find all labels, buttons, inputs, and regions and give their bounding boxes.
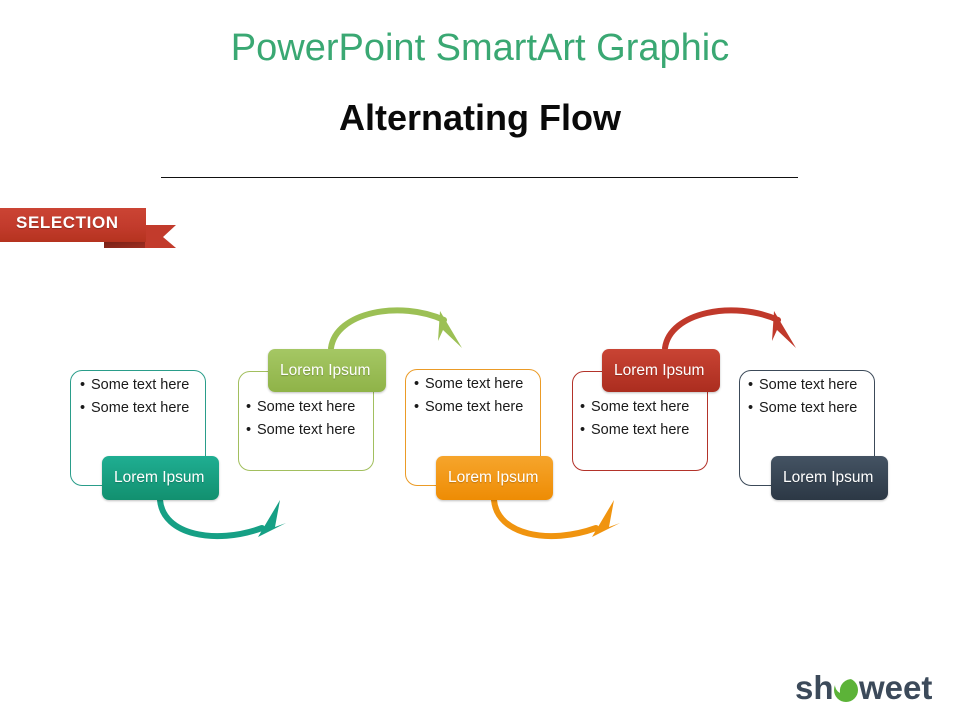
step-3-outline-box <box>405 369 541 486</box>
step-1-bullet-2: Some text here <box>91 400 190 416</box>
selection-label: SELECTION <box>16 213 119 232</box>
step-3-bullet-2: Some text here <box>425 399 524 415</box>
step-5-bullets: • Some text here • Some text here <box>748 377 858 416</box>
header-divider <box>161 177 798 178</box>
step-1-bullet-1: Some text here <box>91 377 190 393</box>
step-5-bullet-1: Some text here <box>759 377 858 393</box>
step-5-label-box[interactable]: Lorem Ipsum <box>771 456 888 500</box>
step-3-bullet-1: Some text here <box>425 376 524 392</box>
step-4-label: Lorem Ipsum <box>614 361 705 379</box>
step-5-label: Lorem Ipsum <box>783 469 874 487</box>
step-3-label-box[interactable]: Lorem Ipsum <box>436 456 553 500</box>
logo-text-before: sh <box>795 669 834 706</box>
step-4-label-box[interactable]: Lorem Ipsum <box>602 349 720 392</box>
step-4-bullets: • Some text here • Some text here <box>580 399 690 438</box>
step-2-bullet-2: Some text here <box>257 422 356 438</box>
step-5-bullet-2: Some text here <box>759 400 858 416</box>
ribbon-tail <box>145 225 176 248</box>
step-1-label: Lorem Ipsum <box>114 469 205 487</box>
connector-4-5 <box>662 307 796 351</box>
step-4-bullet-1: Some text here <box>591 399 690 415</box>
logo-text-after: weet <box>858 669 932 706</box>
page-subtitle: Alternating Flow <box>339 97 621 138</box>
showeet-logo: sh weet <box>795 668 935 710</box>
step-1-outline-box <box>70 370 206 486</box>
step-5-outline-box <box>739 370 875 486</box>
step-2-outline-box <box>238 371 374 471</box>
connector-2-3 <box>328 307 462 351</box>
step-3-bullets: • Some text here • Some text here <box>414 376 524 415</box>
step-4-outline-box <box>572 371 708 471</box>
page-title: PowerPoint SmartArt Graphic <box>230 27 730 69</box>
connector-3-4 <box>491 497 620 540</box>
step-1-bullets: • Some text here • Some text here <box>80 377 190 416</box>
showeet-leaf-icon <box>834 674 858 702</box>
step-1-label-box[interactable]: Lorem Ipsum <box>102 456 219 500</box>
step-2-label: Lorem Ipsum <box>280 361 371 379</box>
connector-1-2 <box>157 497 286 540</box>
step-2-bullet-1: Some text here <box>257 399 356 415</box>
step-2-label-box[interactable]: Lorem Ipsum <box>268 349 386 392</box>
step-4-bullet-2: Some text here <box>591 422 690 438</box>
step-2-bullets: • Some text here • Some text here <box>246 399 356 438</box>
step-3-label: Lorem Ipsum <box>448 469 539 487</box>
